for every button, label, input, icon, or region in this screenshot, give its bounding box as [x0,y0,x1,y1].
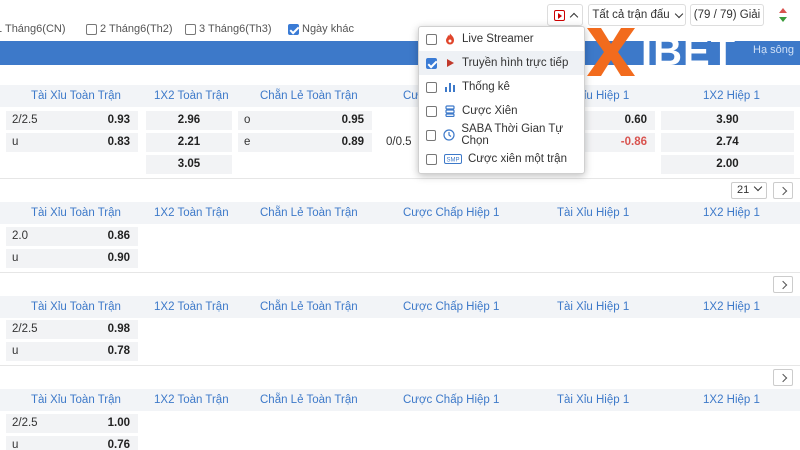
chevron-down-icon [674,9,683,18]
play-icon [444,57,456,69]
date-filter-1-label: 1 Tháng6(CN) [0,23,66,35]
odds-cell[interactable]: u 0.90 [6,249,138,268]
odds-cell[interactable]: e 0.89 [238,133,372,152]
odds-cell[interactable]: 0/0.5 [380,133,420,152]
sort-icon[interactable] [777,7,789,23]
odds-cell[interactable]: u 0.76 [6,436,138,450]
odds-cell[interactable]: 2/2.5 0.93 [6,111,138,130]
date-filter-other-label: Ngày khác [302,23,354,35]
x-mark-icon [587,28,635,76]
date-filter-other-checkbox[interactable] [288,23,299,35]
svg-text:SMP: SMP [446,158,459,164]
date-filter-2-checkbox[interactable] [86,23,97,35]
odds-cell[interactable]: 2/2.5 1.00 [6,414,138,433]
odds-cell[interactable]: 2.00 [661,155,794,174]
live-view-toggle-button[interactable] [547,4,583,26]
view-options-menu: Live Streamer Truyền hình trực tiếp Thốn… [418,26,585,174]
menu-item-saba-time[interactable]: SABA Thời Gian Tự Chọn [419,123,584,147]
menu-item-checkbox[interactable] [426,105,437,117]
date-filter-3[interactable]: 3 Tháng6(Th3) [185,22,272,36]
odds-cell[interactable]: 3.05 [146,155,232,174]
col-ou-ft: Tài Xỉu Toàn Trận [31,90,121,102]
smp-icon: SMP [444,153,462,165]
odds-cell[interactable]: -0.86 [585,133,655,152]
odds-cell[interactable]: 2.21 [146,133,232,152]
odds-cell[interactable]: u 0.78 [6,342,138,361]
column-header-row: Tài Xỉu Toàn Trận 1X2 Toàn Trận Chẵn Lẻ … [0,85,800,107]
column-header-row: Tài Xỉu Toàn Trận 1X2 Toàn Trận Chẵn Lẻ … [0,296,800,318]
date-filter-2-label: 2 Tháng6(Th2) [100,23,173,35]
divider [0,365,800,366]
clock-icon [443,129,455,141]
odds-cell[interactable]: 2.74 [661,133,794,152]
col-oe-ft: Chẵn Lẻ Toàn Trận [260,90,358,102]
menu-item-statistics[interactable]: Thống kê [419,75,584,99]
menu-item-checkbox[interactable] [426,57,437,69]
match-filter-label: Tất cả trận đấu [592,9,670,21]
expand-arrow-button[interactable] [773,276,793,293]
menu-item-checkbox[interactable] [426,81,437,93]
menu-item-single-match-parlay[interactable]: SMP Cược xiên một trận [419,147,584,171]
menu-item-live-tv[interactable]: Truyền hình trực tiếp [419,51,584,75]
odds-cell[interactable]: o 0.95 [238,111,372,130]
date-filter-3-label: 3 Tháng6(Th3) [199,23,272,35]
odds-cell[interactable]: 3.90 [661,111,794,130]
date-filter-1[interactable]: 1 Tháng6(CN) [0,22,66,36]
expand-arrow-button[interactable] [773,369,793,386]
league-count-label: (79 / 79) Giải [693,9,761,21]
column-header-row: Tài Xỉu Toàn Trận 1X2 Toàn Trận Chẵn Lẻ … [0,202,800,224]
date-filter-3-checkbox[interactable] [185,23,196,35]
menu-item-checkbox[interactable] [426,129,437,141]
expand-arrow-button[interactable] [773,182,793,199]
ibet-logo: IBET [583,22,783,82]
menu-item-live-streamer[interactable]: Live Streamer [419,27,584,51]
fire-icon [444,33,456,45]
menu-item-checkbox[interactable] [426,153,437,165]
odds-cell[interactable]: 0.60 [585,111,655,130]
odds-cell[interactable]: 2.96 [146,111,232,130]
odds-cell[interactable]: 2/2.5 0.98 [6,320,138,339]
date-filter-2[interactable]: 2 Tháng6(Th2) [86,22,173,36]
parlay-icon [444,105,456,117]
odds-cell[interactable]: u 0.83 [6,133,138,152]
more-bets-select[interactable]: 21 [731,182,767,199]
chevron-down-icon [753,182,763,192]
bar-chart-icon [444,81,456,93]
play-icon [553,9,565,21]
date-filter-other[interactable]: Ngày khác [288,22,354,36]
divider [0,272,800,273]
divider [0,178,800,179]
odds-cell[interactable]: 2.0 0.86 [6,227,138,246]
col-1x2-h1: 1X2 Hiệp 1 [703,90,760,102]
logo-text: IBET [641,29,737,74]
menu-item-checkbox[interactable] [426,33,437,45]
col-1x2-ft: 1X2 Toàn Trận [154,90,229,102]
column-header-row: Tài Xỉu Toàn Trận 1X2 Toàn Trận Chẵn Lẻ … [0,389,800,411]
chevron-up-icon [569,12,578,21]
menu-item-parlay[interactable]: Cược Xiên [419,99,584,123]
